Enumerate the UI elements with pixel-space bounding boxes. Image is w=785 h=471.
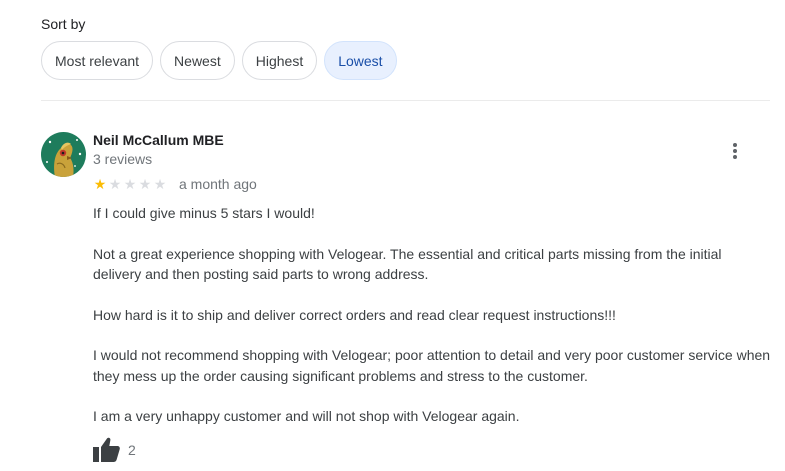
sort-chip-newest[interactable]: Newest	[160, 41, 235, 80]
sort-chip-lowest[interactable]: Lowest	[324, 41, 397, 80]
like-count: 2	[128, 441, 136, 458]
review-date: a month ago	[179, 176, 257, 192]
more-options-button[interactable]	[722, 138, 748, 164]
avatar-image	[41, 132, 86, 177]
sort-chip-highest[interactable]: Highest	[241, 41, 318, 80]
sort-chip-most-relevant[interactable]: Most relevant	[41, 41, 154, 80]
more-vert-icon	[733, 143, 737, 159]
divider	[41, 100, 770, 101]
helpful-row: 2	[93, 437, 136, 462]
review-count: 3 reviews	[93, 151, 153, 167]
review-text: If I could give minus 5 stars I would! N…	[93, 203, 773, 447]
star-icon: ★	[93, 176, 107, 192]
star-icon: ★	[153, 176, 167, 192]
review-paragraph: I am a very unhappy customer and will no…	[93, 408, 520, 424]
avatar[interactable]	[41, 132, 86, 177]
sort-chips: Most relevant Newest Highest Lowest	[41, 41, 397, 80]
star-icon: ★	[138, 176, 152, 192]
star-rating: ★ ★ ★ ★ ★	[93, 176, 167, 192]
reviewer-name[interactable]: Neil McCallum MBE	[93, 132, 224, 148]
thumb-up-icon[interactable]	[93, 437, 120, 462]
review-paragraph: If I could give minus 5 stars I would!	[93, 205, 315, 221]
review-paragraph: How hard is it to ship and deliver corre…	[93, 306, 616, 323]
star-icon: ★	[123, 176, 137, 192]
review-paragraph: I would not recommend shopping with Velo…	[93, 347, 771, 384]
sort-label: Sort by	[41, 16, 86, 32]
star-icon: ★	[108, 176, 122, 192]
review-paragraph: Not a great experience shopping with Vel…	[93, 245, 722, 283]
